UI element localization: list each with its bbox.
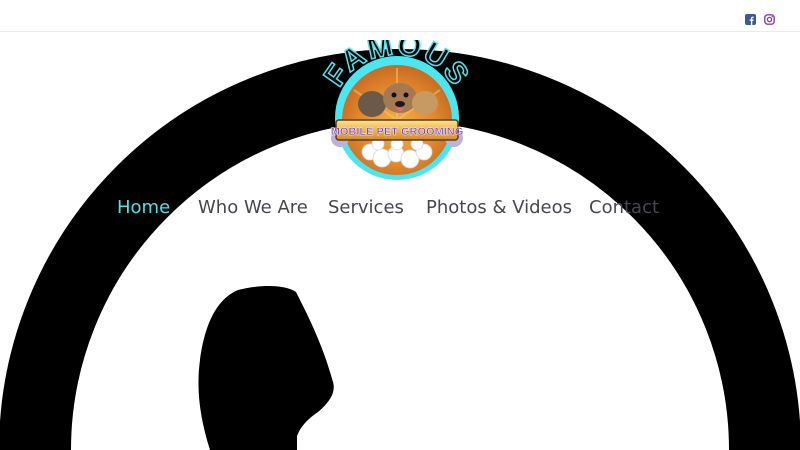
top-bar [0,0,800,32]
nav-item-home[interactable]: Home [117,196,170,220]
main-navigation: Home Who We Are Services Photos & Videos… [0,196,800,222]
nav-item-services[interactable]: Services [328,196,404,220]
facebook-icon[interactable] [745,10,756,25]
nav-item-who-we-are[interactable]: Who We Are [198,196,308,220]
nav-item-contact[interactable]: Contact [589,196,659,220]
logo-tagline: MOBILE PET GROOMING [331,126,464,138]
nav-item-photos-videos[interactable]: Photos & Videos [426,196,572,220]
famous-mobile-pet-grooming-logo[interactable]: MOBILE PET GROOMING FAMOUS [322,40,472,180]
instagram-icon[interactable] [764,10,775,25]
